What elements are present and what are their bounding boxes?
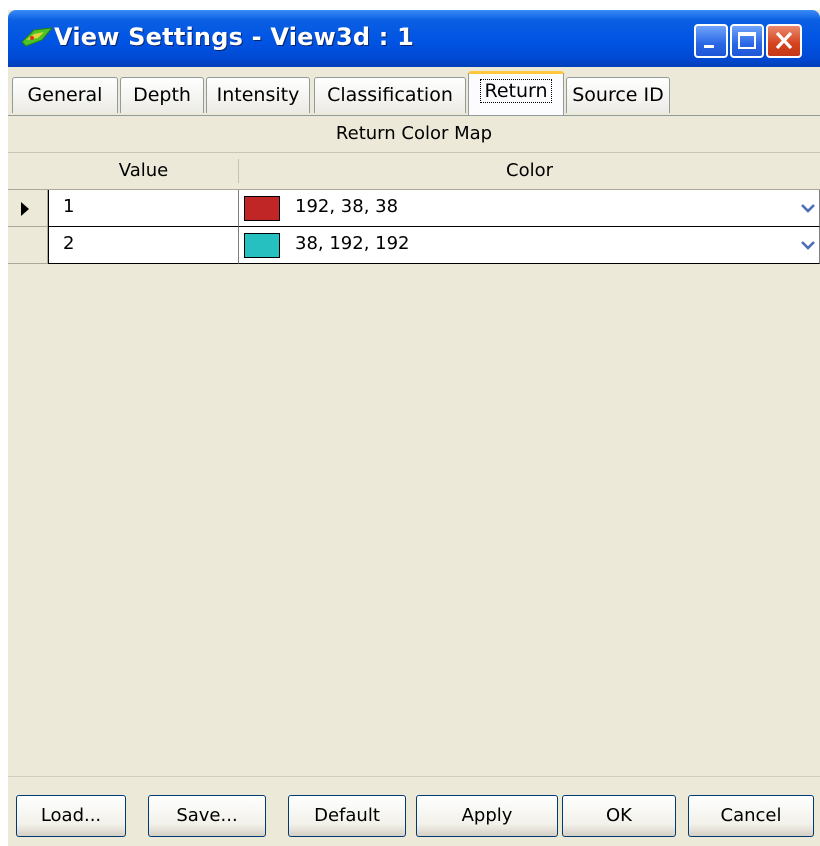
- row-pointer-icon: [21, 202, 29, 216]
- color-swatch: [244, 196, 280, 221]
- row-header[interactable]: [8, 227, 48, 264]
- tab-strip: General Depth Intensity Classification R…: [8, 67, 820, 116]
- tab-intensity[interactable]: Intensity: [206, 77, 310, 113]
- maximize-icon: [738, 32, 756, 49]
- grid-header: Value Color: [8, 153, 820, 190]
- title-bar[interactable]: View Settings - View3d : 1: [8, 10, 820, 67]
- app-icon: [21, 27, 54, 47]
- ok-button[interactable]: OK: [562, 795, 676, 837]
- color-value: 38, 192, 192: [295, 233, 410, 254]
- apply-button[interactable]: Apply: [416, 795, 558, 837]
- tab-return[interactable]: Return: [468, 71, 564, 115]
- grid-caption: Return Color Map: [8, 116, 820, 153]
- button-bar: Load... Save... Default Apply OK Cancel: [8, 776, 820, 846]
- color-cell[interactable]: 192, 38, 38: [239, 190, 820, 227]
- column-header-color[interactable]: Color: [239, 153, 820, 189]
- cancel-button[interactable]: Cancel: [688, 795, 814, 837]
- tab-source-id[interactable]: Source ID: [566, 77, 670, 113]
- value-cell[interactable]: 1: [48, 190, 239, 227]
- minimize-button[interactable]: [694, 24, 728, 58]
- minimize-icon: [704, 45, 714, 48]
- column-header-value[interactable]: Value: [48, 153, 239, 189]
- tab-return-label: Return: [480, 79, 552, 103]
- color-cell[interactable]: 38, 192, 192: [239, 227, 820, 264]
- window-title: View Settings - View3d : 1: [54, 23, 415, 51]
- save-button[interactable]: Save...: [148, 795, 266, 837]
- dropdown-arrow-icon[interactable]: [797, 233, 819, 257]
- table-row[interactable]: 2 38, 192, 192: [8, 227, 820, 264]
- close-icon: [775, 31, 793, 50]
- close-button[interactable]: [766, 24, 802, 58]
- view-settings-window: View Settings - View3d : 1 General Depth…: [8, 10, 820, 846]
- tab-classification[interactable]: Classification: [314, 77, 466, 113]
- tab-depth[interactable]: Depth: [120, 77, 204, 113]
- tab-general[interactable]: General: [12, 77, 118, 113]
- table-row[interactable]: 1 192, 38, 38: [8, 190, 820, 227]
- color-swatch: [244, 233, 280, 258]
- color-value: 192, 38, 38: [295, 196, 399, 217]
- maximize-button[interactable]: [730, 24, 764, 58]
- value-cell[interactable]: 2: [48, 227, 239, 264]
- dropdown-arrow-icon[interactable]: [797, 196, 819, 220]
- default-button[interactable]: Default: [288, 795, 406, 837]
- row-header[interactable]: [8, 190, 48, 227]
- return-color-map-grid: Return Color Map Value Color 1 192, 38, …: [8, 116, 820, 766]
- load-button[interactable]: Load...: [16, 795, 126, 837]
